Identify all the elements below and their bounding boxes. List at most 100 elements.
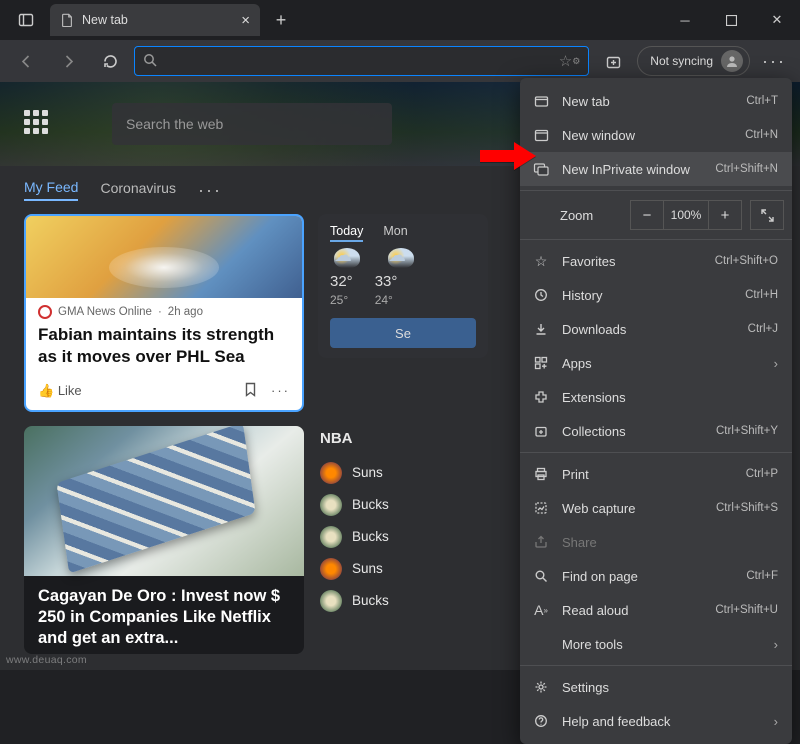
menu-share: Share — [520, 525, 792, 559]
weather-icon — [334, 248, 360, 268]
tab-coronavirus[interactable]: Coronavirus — [100, 180, 175, 200]
settings-menu-button[interactable]: ··· — [756, 43, 792, 79]
menu-new-inprivate[interactable]: New InPrivate windowCtrl+Shift+N — [520, 152, 792, 186]
see-forecast-button[interactable]: Se — [330, 318, 476, 348]
nba-row[interactable]: Bucks — [318, 489, 488, 521]
card-more-icon[interactable]: ··· — [271, 383, 290, 398]
avatar — [721, 50, 743, 72]
menu-new-tab[interactable]: New tabCtrl+T — [520, 84, 792, 118]
gear-icon — [532, 680, 550, 694]
nba-row[interactable]: Suns — [318, 457, 488, 489]
annotation-arrow-icon — [480, 142, 536, 175]
close-window-button[interactable]: ✕ — [754, 0, 800, 40]
menu-web-capture[interactable]: Web captureCtrl+Shift+S — [520, 491, 792, 525]
profile-sync-pill[interactable]: Not syncing — [637, 46, 750, 76]
news-card-1[interactable]: GMA News Online·2h ago Fabian maintains … — [24, 214, 304, 412]
browser-tab[interactable]: New tab × — [50, 4, 260, 36]
bookmark-icon[interactable] — [244, 382, 257, 400]
close-tab-icon[interactable]: × — [241, 12, 250, 29]
apps-grid-icon[interactable] — [24, 110, 52, 138]
tab-actions-button[interactable] — [8, 2, 44, 38]
apps-icon — [532, 356, 550, 370]
help-icon — [532, 714, 550, 728]
weather-day-today[interactable]: Today — [330, 224, 363, 242]
team-logo-icon — [320, 526, 342, 548]
window-icon — [532, 128, 550, 143]
menu-collections[interactable]: CollectionsCtrl+Shift+Y — [520, 414, 792, 448]
download-icon — [532, 322, 550, 336]
address-bar[interactable]: ☆⚙ — [134, 46, 589, 76]
menu-extensions[interactable]: Extensions — [520, 380, 792, 414]
tab-title: New tab — [82, 13, 128, 27]
print-icon — [532, 467, 550, 481]
refresh-button[interactable] — [92, 43, 128, 79]
nba-row[interactable]: Bucks — [318, 585, 488, 617]
address-input[interactable] — [163, 54, 559, 69]
news-meta: GMA News Online·2h ago — [26, 298, 302, 319]
news-card-2[interactable]: Cagayan De Oro : Invest now $ 250 in Com… — [24, 426, 304, 654]
zoom-out-button[interactable]: − — [630, 200, 664, 230]
capture-icon — [532, 501, 550, 515]
web-search-box[interactable]: Search the web — [112, 103, 392, 145]
forward-button[interactable] — [50, 43, 86, 79]
find-icon — [532, 569, 550, 583]
source-logo-icon — [38, 305, 52, 319]
nba-widget[interactable]: NBA Suns Bucks Bucks Suns Bucks — [318, 426, 488, 654]
back-button[interactable] — [8, 43, 44, 79]
tab-icon — [532, 94, 550, 109]
team-name: Suns — [352, 465, 383, 480]
page-icon — [60, 13, 74, 27]
menu-help[interactable]: Help and feedback› — [520, 704, 792, 738]
weather-day-mon[interactable]: Mon — [383, 224, 407, 242]
share-icon — [532, 535, 550, 549]
team-name: Suns — [352, 561, 383, 576]
chevron-right-icon: › — [774, 637, 778, 652]
extensions-icon — [532, 390, 550, 404]
news-image — [26, 216, 302, 298]
menu-more-tools[interactable]: More tools› — [520, 627, 792, 661]
menu-print[interactable]: PrintCtrl+P — [520, 457, 792, 491]
watermark: www.deuaq.com — [6, 654, 87, 666]
team-name: Bucks — [352, 593, 389, 608]
nba-row[interactable]: Suns — [318, 553, 488, 585]
fullscreen-button[interactable] — [750, 200, 784, 230]
star-icon: ☆ — [532, 253, 550, 270]
team-logo-icon — [320, 558, 342, 580]
menu-downloads[interactable]: DownloadsCtrl+J — [520, 312, 792, 346]
menu-read-aloud[interactable]: A»Read aloudCtrl+Shift+U — [520, 593, 792, 627]
menu-find[interactable]: Find on pageCtrl+F — [520, 559, 792, 593]
news-headline: Fabian maintains its strength as it move… — [26, 319, 302, 376]
weather-card[interactable]: Today Mon 32°25° 33°24° Se — [318, 214, 488, 358]
team-logo-icon — [320, 494, 342, 516]
menu-history[interactable]: HistoryCtrl+H — [520, 278, 792, 312]
like-button[interactable]: 👍 Like — [38, 383, 82, 399]
tab-my-feed[interactable]: My Feed — [24, 179, 78, 201]
minimize-button[interactable]: ─ — [662, 0, 708, 40]
team-name: Bucks — [352, 529, 389, 544]
collections-icon — [532, 424, 550, 438]
menu-zoom: Zoom − 100% + — [520, 195, 792, 235]
chevron-right-icon: › — [774, 356, 778, 371]
weather-icon — [388, 248, 414, 268]
collections-button[interactable] — [595, 43, 631, 79]
team-logo-icon — [320, 590, 342, 612]
read-aloud-icon: A» — [532, 602, 550, 618]
team-name: Bucks — [352, 497, 389, 512]
zoom-value: 100% — [664, 200, 708, 230]
nba-row[interactable]: Bucks — [318, 521, 488, 553]
menu-settings[interactable]: Settings — [520, 670, 792, 704]
new-tab-button[interactable]: + — [264, 3, 298, 37]
chevron-right-icon: › — [774, 714, 778, 729]
menu-apps[interactable]: Apps› — [520, 346, 792, 380]
reading-mode-icon[interactable]: ☆⚙ — [559, 52, 581, 70]
zoom-in-button[interactable]: + — [708, 200, 742, 230]
toolbar: ☆⚙ Not syncing ··· — [0, 40, 800, 82]
team-logo-icon — [320, 462, 342, 484]
news-image — [24, 426, 304, 576]
nba-title: NBA — [320, 430, 488, 447]
feed-more-icon[interactable]: ··· — [198, 180, 222, 201]
search-icon — [143, 53, 157, 70]
maximize-button[interactable] — [708, 0, 754, 40]
menu-favorites[interactable]: ☆FavoritesCtrl+Shift+O — [520, 244, 792, 278]
menu-new-window[interactable]: New windowCtrl+N — [520, 118, 792, 152]
